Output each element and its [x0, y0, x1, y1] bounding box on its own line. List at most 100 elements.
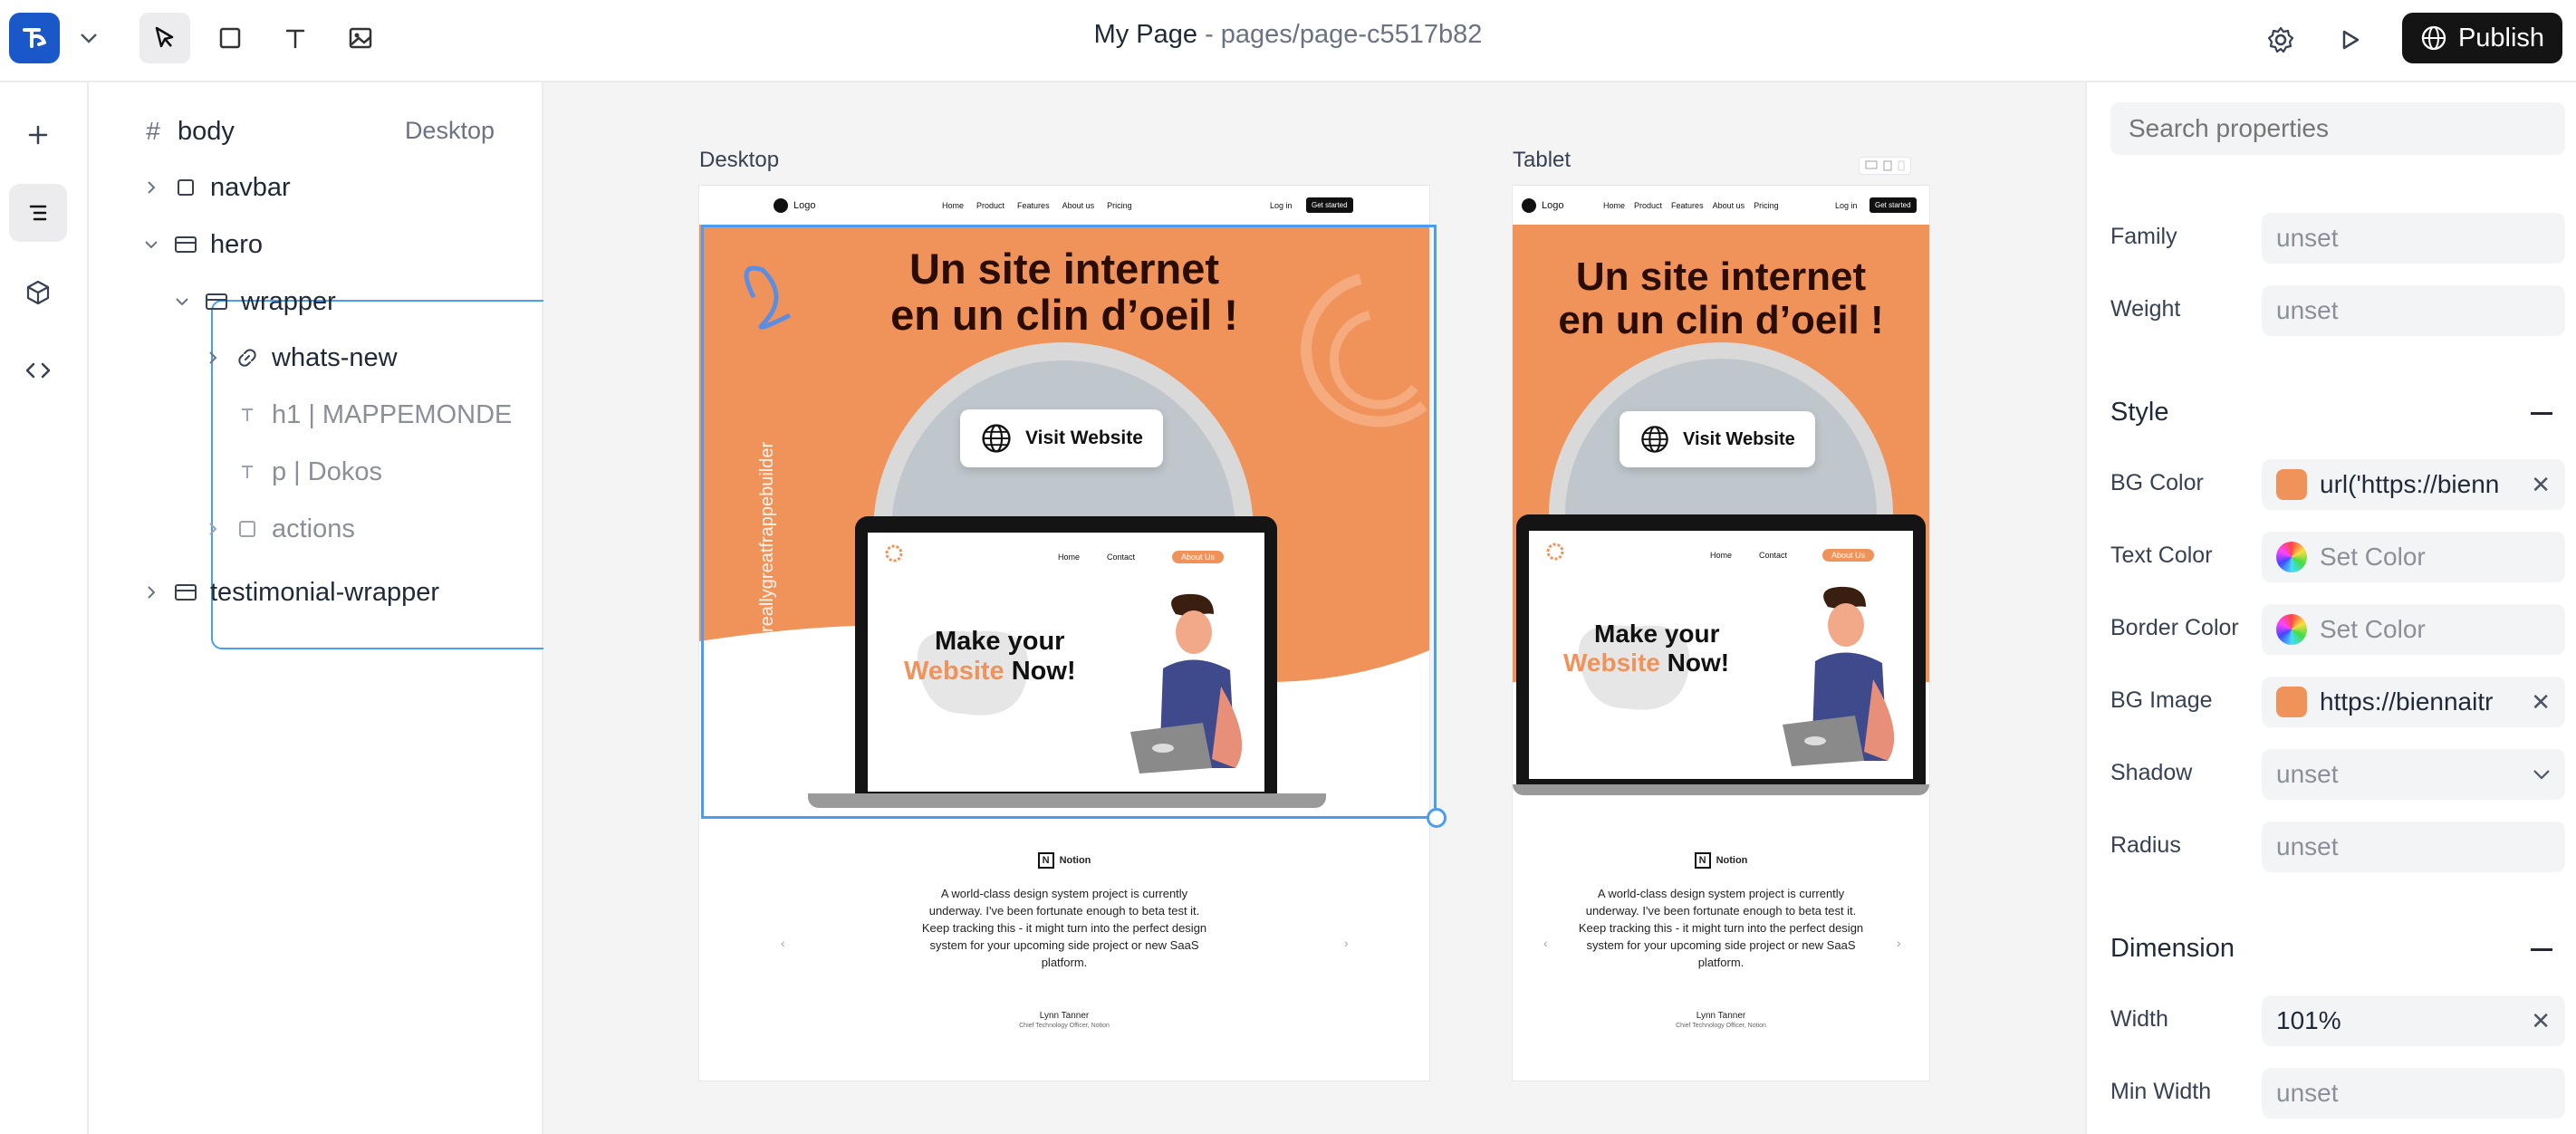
text-color-field[interactable]: Set Color — [2262, 532, 2565, 582]
clear-icon[interactable]: ✕ — [2531, 688, 2551, 716]
image-swatch-icon — [2276, 469, 2307, 500]
app-logo-icon[interactable] — [9, 13, 60, 63]
globe-icon — [2421, 25, 2446, 51]
chevron-right-icon[interactable] — [139, 584, 163, 601]
properties-panel: Family unset Weight unset Style BG Color… — [2085, 82, 2576, 1134]
testimonial-name: Lynn Tanner — [1039, 1011, 1090, 1021]
chevron-down-icon[interactable] — [139, 239, 163, 250]
bg-color-label: BG Color — [2110, 470, 2204, 495]
chevron-right-icon[interactable] — [201, 521, 225, 537]
site-logo: Logo — [774, 197, 815, 213]
breakpoint-mode[interactable]: Desktop — [405, 117, 495, 145]
site-cta: Get started — [1306, 197, 1353, 213]
section-icon — [203, 292, 230, 312]
site-navbar: Logo Home Product Features About us Pricing … — [1513, 186, 1929, 225]
width-field[interactable]: 101% ✕ — [2262, 995, 2565, 1046]
text-tool-icon[interactable] — [270, 13, 321, 63]
publish-button[interactable]: Publish — [2402, 13, 2562, 63]
radius-field[interactable]: unset — [2262, 822, 2565, 872]
layer-whats-new[interactable]: whats-new — [201, 335, 398, 380]
desktop-device-icon[interactable] — [1865, 160, 1878, 171]
section-icon — [172, 582, 199, 602]
family-label: Family — [2110, 224, 2177, 249]
box-icon — [234, 519, 261, 539]
radius-label: Radius — [2110, 832, 2181, 858]
image-tool-icon[interactable] — [335, 13, 386, 63]
chevron-down-icon[interactable] — [170, 296, 194, 307]
clear-icon[interactable]: ✕ — [2531, 1007, 2551, 1035]
tablet-device-icon[interactable] — [1883, 160, 1892, 171]
layer-hero[interactable]: hero — [139, 222, 263, 267]
shadow-select[interactable]: unset — [2262, 749, 2565, 800]
family-field[interactable]: unset — [2262, 213, 2565, 264]
testimonial-section: N Notion A world-class design system proj… — [699, 851, 1429, 1029]
settings-gear-icon[interactable] — [2257, 16, 2304, 63]
clear-icon[interactable]: ✕ — [2531, 471, 2551, 499]
box-icon — [172, 178, 199, 197]
page-name[interactable]: My Page — [1094, 20, 1197, 49]
bg-image-label: BG Image — [2110, 687, 2213, 713]
components-cube-icon[interactable] — [9, 264, 67, 322]
site-cta: Get started — [1870, 197, 1917, 213]
color-wheel-icon — [2276, 542, 2307, 572]
frame-tool-icon[interactable] — [205, 13, 255, 63]
app-menu-chevron-icon[interactable] — [72, 20, 105, 56]
tablet-frame[interactable]: Logo Home Product Features About us Pricing … — [1513, 186, 1929, 1081]
hash-icon: # — [146, 117, 160, 145]
frame-label-desktop[interactable]: Desktop — [699, 148, 779, 173]
top-bar: My Page - pages/page-c5517b82 Publish — [0, 0, 2576, 82]
site-nav-links: Home Product Features About us Pricing — [942, 200, 1132, 210]
layer-label: hero — [210, 229, 264, 259]
bg-color-field[interactable]: url('https://bienn ✕ — [2262, 459, 2565, 510]
bg-image-field[interactable]: https://biennaitr ✕ — [2262, 677, 2565, 727]
layer-label: navbar — [210, 172, 291, 202]
carousel-prev-icon: ‹ — [1543, 936, 1548, 950]
layers-list-icon[interactable] — [9, 184, 67, 242]
site-navbar: Logo Home Product Features About us Pricing … — [699, 186, 1429, 225]
site-logo: Logo — [1522, 197, 1563, 213]
border-color-field[interactable]: Set Color — [2262, 604, 2565, 655]
weight-label: Weight — [2110, 296, 2181, 322]
page-path: pages/page-c5517b82 — [1220, 20, 1483, 49]
add-icon[interactable] — [9, 106, 67, 164]
layer-wrapper[interactable]: wrapper — [170, 279, 336, 324]
collapse-dimension-icon[interactable] — [2531, 948, 2552, 951]
carousel-next-icon: › — [1344, 936, 1349, 950]
person-illustration — [1783, 586, 1895, 766]
resize-handle[interactable] — [1427, 808, 1447, 828]
laptop-screen: Home Contact About Us Make your Website N… — [1529, 531, 1913, 779]
site-login: Log in — [1270, 200, 1293, 210]
layer-navbar[interactable]: navbar — [139, 165, 291, 210]
min-width-field[interactable]: unset — [2262, 1068, 2565, 1119]
collapse-style-icon[interactable] — [2531, 412, 2552, 415]
code-icon[interactable] — [9, 341, 67, 399]
layer-h1[interactable]: h1 | MAPPEMONDE — [234, 392, 512, 437]
canvas[interactable]: Desktop Logo Home Product Features About us… — [543, 82, 2085, 1134]
site-nav-links: Home Product Features About us Pricing — [1603, 200, 1779, 210]
layer-actions[interactable]: actions — [201, 506, 355, 552]
sun-logo-icon — [1546, 543, 1564, 561]
preview-play-icon[interactable] — [2326, 16, 2373, 63]
layer-testimonial-wrapper[interactable]: testimonial-wrapper — [139, 570, 439, 615]
layer-label: body — [178, 116, 235, 146]
testimonial-role: Chief Technology Officer, Notion — [1676, 1023, 1766, 1029]
width-label: Width — [2110, 1006, 2168, 1032]
text-t-icon — [234, 463, 261, 481]
style-section-title: Style — [2110, 398, 2169, 427]
notion-brand: N Notion — [1037, 852, 1091, 869]
search-properties-input[interactable] — [2110, 102, 2565, 155]
layer-body[interactable]: # body — [139, 109, 235, 154]
mobile-device-icon[interactable] — [1898, 160, 1905, 171]
frame-label-tablet[interactable]: Tablet — [1513, 148, 1571, 173]
chevron-right-icon[interactable] — [201, 350, 225, 366]
testimonial-quote: A world-class design system project is c… — [921, 887, 1207, 969]
text-t-icon — [234, 406, 261, 424]
layer-p[interactable]: p | Dokos — [234, 449, 382, 495]
weight-field[interactable]: unset — [2262, 285, 2565, 336]
section-icon — [172, 235, 199, 255]
layer-label: whats-new — [272, 342, 398, 372]
device-switcher[interactable] — [1859, 157, 1911, 175]
chevron-right-icon[interactable] — [139, 179, 163, 196]
laptop-mockup: Home Contact About Us Make your Website N… — [1516, 514, 1926, 795]
select-tool-icon[interactable] — [139, 13, 190, 63]
